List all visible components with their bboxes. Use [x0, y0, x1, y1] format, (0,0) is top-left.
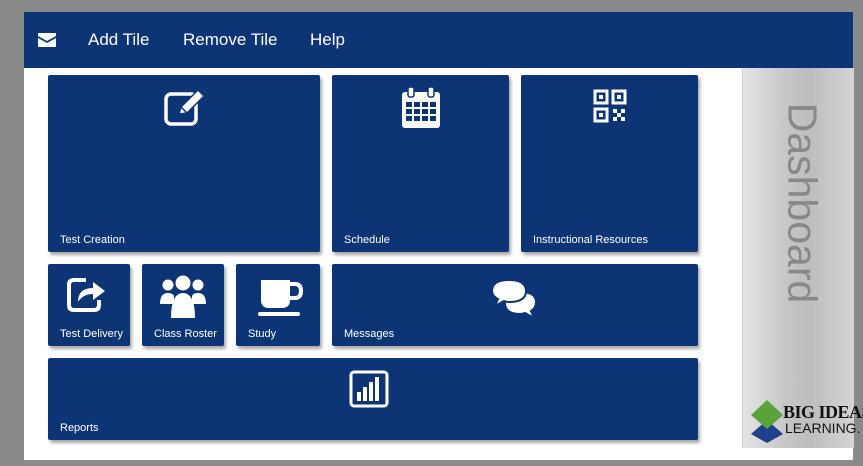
- chat-bubbles-icon: [490, 278, 538, 320]
- tile-messages[interactable]: Messages: [332, 264, 698, 346]
- app-frame: Add Tile Remove Tile Help Test Creation …: [24, 12, 863, 460]
- tile-label: Instructional Resources: [533, 234, 648, 246]
- tile-label: Reports: [60, 422, 99, 434]
- remove-tile-menu[interactable]: Remove Tile: [183, 12, 277, 68]
- users-icon: [160, 275, 206, 318]
- big-ideas-learning-logo: BIG IDEAS LEARNING.: [749, 398, 863, 443]
- logo-diamond-icon: [751, 400, 783, 443]
- tile-reports[interactable]: Reports: [48, 358, 698, 440]
- tile-test-delivery[interactable]: Test Delivery: [48, 264, 130, 346]
- tile-test-creation[interactable]: Test Creation: [48, 75, 320, 252]
- tile-class-roster[interactable]: Class Roster: [142, 264, 224, 346]
- calendar-icon: [402, 86, 440, 128]
- qr-code-icon: [593, 89, 627, 123]
- envelope-icon[interactable]: [38, 33, 56, 47]
- coffee-cup-icon: [258, 280, 304, 316]
- top-nav-bar: Add Tile Remove Tile Help: [24, 12, 853, 68]
- page-title: Dashboard: [753, 98, 851, 308]
- tile-label: Schedule: [344, 234, 390, 246]
- dashboard-title-text: Dashboard: [779, 102, 826, 304]
- tile-instructional-resources[interactable]: Instructional Resources: [521, 75, 698, 252]
- tile-schedule[interactable]: Schedule: [332, 75, 509, 252]
- tile-label: Class Roster: [154, 328, 217, 340]
- help-menu[interactable]: Help: [310, 12, 345, 68]
- tile-study[interactable]: Study: [236, 264, 320, 346]
- edit-icon: [164, 88, 206, 126]
- dashboard-sidebar: Dashboard BIG IDEAS LEARNING.: [742, 68, 863, 448]
- tile-label: Test Delivery: [60, 328, 123, 340]
- tile-label: Study: [248, 328, 277, 340]
- share-icon: [67, 278, 105, 312]
- add-tile-menu[interactable]: Add Tile: [88, 12, 149, 68]
- bar-chart-icon: [349, 370, 389, 408]
- tile-label: Test Creation: [60, 234, 125, 246]
- tile-label: Messages: [344, 328, 395, 340]
- logo-line2: LEARNING.: [785, 420, 861, 436]
